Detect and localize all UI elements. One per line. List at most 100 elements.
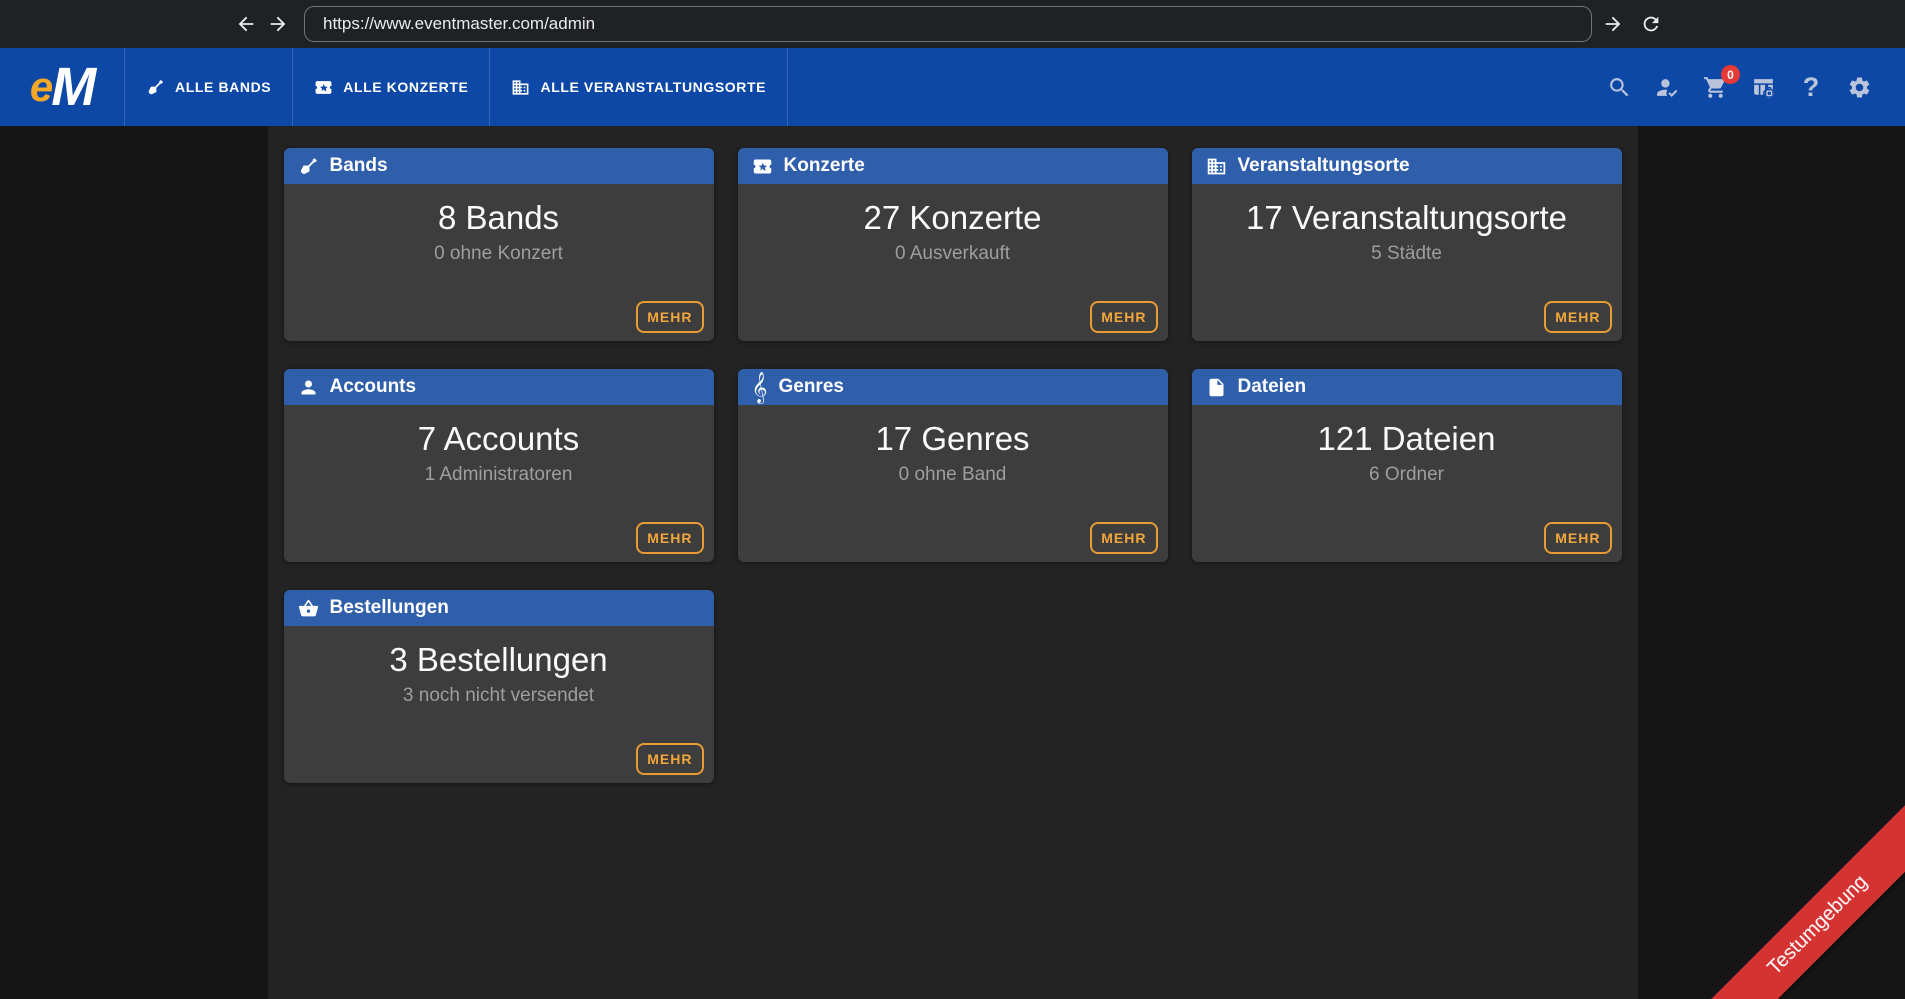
card-title: Accounts — [330, 376, 417, 398]
logo-letter-m: M — [51, 60, 94, 114]
card-header: Veranstaltungsorte — [1192, 148, 1622, 184]
search-icon — [1607, 75, 1632, 100]
arrow-forward-icon — [267, 13, 289, 35]
card-header: Bestellungen — [284, 590, 714, 626]
url-go-button[interactable] — [1596, 7, 1630, 41]
guitar-icon — [146, 78, 165, 97]
card-stat: 27 Konzerte — [864, 197, 1042, 238]
settings-action[interactable] — [1835, 63, 1883, 111]
card-body: 121 Dateien 6 Ordner MEHR — [1192, 405, 1622, 562]
card-bands: Bands 8 Bands 0 ohne Konzert MEHR — [284, 148, 714, 341]
card-footer: MEHR — [1090, 522, 1167, 562]
browser-back-button[interactable] — [230, 8, 262, 40]
settings-icon — [1847, 75, 1872, 100]
nav-spacer — [788, 48, 1595, 126]
card-konzerte: Konzerte 27 Konzerte 0 Ausverkauft MEHR — [738, 148, 1168, 341]
card-body: 17 Veranstaltungsorte 5 Städte MEHR — [1192, 184, 1622, 341]
more-button[interactable]: MEHR — [1090, 522, 1157, 554]
card-accounts: Accounts 7 Accounts 1 Administratoren ME… — [284, 369, 714, 562]
file-icon — [1206, 377, 1227, 398]
card-subtitle: 0 ohne Band — [899, 464, 1007, 486]
user-check-action[interactable] — [1643, 63, 1691, 111]
search-action[interactable] — [1595, 63, 1643, 111]
user-check-icon — [1655, 75, 1680, 100]
card-title: Bands — [330, 155, 388, 177]
browser-forward-button[interactable] — [262, 8, 294, 40]
card-subtitle: 3 noch nicht versendet — [403, 685, 594, 707]
table-settings-icon — [1751, 75, 1776, 100]
help-action[interactable]: ? — [1787, 63, 1835, 111]
card-header: Accounts — [284, 369, 714, 405]
cart-action[interactable]: 0 — [1691, 63, 1739, 111]
card-body: 7 Accounts 1 Administratoren MEHR — [284, 405, 714, 562]
card-body: 27 Konzerte 0 Ausverkauft MEHR — [738, 184, 1168, 341]
card-stat: 17 Genres — [875, 418, 1029, 459]
ticket-icon — [752, 156, 773, 177]
guitar-icon — [298, 156, 319, 177]
card-genres: 𝄞 Genres 17 Genres 0 ohne Band MEHR — [738, 369, 1168, 562]
card-footer: MEHR — [636, 743, 713, 783]
nav-tab-label: ALLE KONZERTE — [343, 79, 468, 95]
logo-letter-e: e — [30, 66, 51, 108]
card-veranstaltungsorte: Veranstaltungsorte 17 Veranstaltungsorte… — [1192, 148, 1622, 341]
content-container: Bands 8 Bands 0 ohne Konzert MEHR Konzer… — [268, 126, 1638, 999]
building-icon — [1206, 156, 1227, 177]
arrow-back-icon — [235, 13, 257, 35]
card-title: Konzerte — [784, 155, 865, 177]
card-footer: MEHR — [1544, 522, 1621, 562]
more-button[interactable]: MEHR — [636, 522, 703, 554]
dashboard-card-grid: Bands 8 Bands 0 ohne Konzert MEHR Konzer… — [284, 148, 1622, 783]
more-button[interactable]: MEHR — [1090, 301, 1157, 333]
card-bestellungen: Bestellungen 3 Bestellungen 3 noch nicht… — [284, 590, 714, 783]
nav-tabs: ALLE BANDS ALLE KONZERTE ALLE VERANSTALT… — [124, 48, 788, 126]
reload-button[interactable] — [1634, 7, 1668, 41]
card-title: Veranstaltungsorte — [1238, 155, 1410, 177]
card-header: Konzerte — [738, 148, 1168, 184]
url-input[interactable] — [304, 6, 1592, 42]
more-button[interactable]: MEHR — [1544, 522, 1611, 554]
help-icon: ? — [1803, 72, 1820, 103]
card-header: 𝄞 Genres — [738, 369, 1168, 405]
app-navbar: eM ALLE BANDS ALLE KONZERTE ALLE VERANST… — [0, 48, 1905, 126]
browser-bar — [0, 0, 1905, 48]
card-title: Dateien — [1238, 376, 1307, 398]
table-settings-action[interactable] — [1739, 63, 1787, 111]
more-button[interactable]: MEHR — [636, 743, 703, 775]
nav-tab-alle-konzerte[interactable]: ALLE KONZERTE — [292, 48, 489, 126]
nav-tab-alle-veranstaltungsorte[interactable]: ALLE VERANSTALTUNGSORTE — [489, 48, 788, 126]
basket-icon — [298, 598, 319, 619]
refresh-icon — [1640, 13, 1662, 35]
nav-tab-alle-bands[interactable]: ALLE BANDS — [124, 48, 292, 126]
card-footer: MEHR — [1544, 301, 1621, 341]
person-icon — [298, 377, 319, 398]
card-header: Bands — [284, 148, 714, 184]
ticket-icon — [314, 78, 333, 97]
more-button[interactable]: MEHR — [1544, 301, 1611, 333]
page-background: Bands 8 Bands 0 ohne Konzert MEHR Konzer… — [0, 126, 1905, 999]
nav-tab-label: ALLE BANDS — [175, 79, 271, 95]
card-header: Dateien — [1192, 369, 1622, 405]
card-body: 3 Bestellungen 3 noch nicht versendet ME… — [284, 626, 714, 783]
app-logo[interactable]: eM — [0, 48, 124, 126]
treble-clef-icon: 𝄞 — [752, 377, 768, 398]
card-title: Bestellungen — [330, 597, 449, 619]
card-stat: 7 Accounts — [418, 418, 579, 459]
nav-tab-label: ALLE VERANSTALTUNGSORTE — [540, 79, 766, 95]
card-subtitle: 0 Ausverkauft — [895, 243, 1010, 265]
more-button[interactable]: MEHR — [636, 301, 703, 333]
card-stat: 121 Dateien — [1318, 418, 1496, 459]
card-footer: MEHR — [1090, 301, 1167, 341]
card-subtitle: 5 Städte — [1371, 243, 1442, 265]
nav-actions: 0 ? — [1595, 48, 1905, 126]
card-stat: 3 Bestellungen — [389, 639, 607, 680]
card-subtitle: 1 Administratoren — [425, 464, 573, 486]
card-stat: 8 Bands — [438, 197, 559, 238]
card-stat: 17 Veranstaltungsorte — [1246, 197, 1567, 238]
card-footer: MEHR — [636, 522, 713, 562]
card-title: Genres — [778, 376, 843, 398]
card-dateien: Dateien 121 Dateien 6 Ordner MEHR — [1192, 369, 1622, 562]
card-body: 8 Bands 0 ohne Konzert MEHR — [284, 184, 714, 341]
go-arrow-icon — [1602, 13, 1624, 35]
card-body: 17 Genres 0 ohne Band MEHR — [738, 405, 1168, 562]
card-footer: MEHR — [636, 301, 713, 341]
